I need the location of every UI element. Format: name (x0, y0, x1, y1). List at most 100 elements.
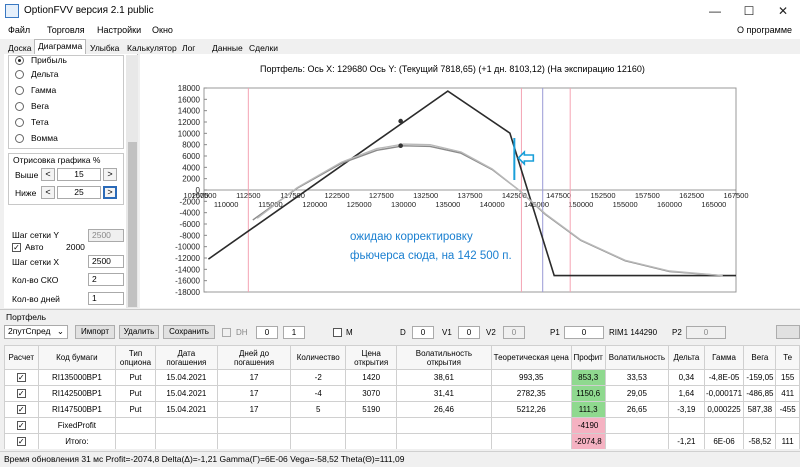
dh-stepper-b[interactable]: 1 (283, 326, 305, 339)
auto-checkbox[interactable]: ✓ (12, 243, 21, 252)
m-checkbox[interactable] (333, 328, 342, 337)
y-tick-label: -16000 (175, 277, 200, 286)
x-tick-label-upper: 132500 (413, 191, 438, 200)
below-increase-button[interactable]: > (103, 186, 117, 199)
radio-profit[interactable] (15, 56, 24, 65)
header-profit[interactable]: Профит (570, 345, 606, 370)
save-button[interactable]: Сохранить (163, 325, 215, 339)
fixed-profit-row[interactable]: ✓ FixedProfit -4190 (4, 417, 800, 434)
cell-days: 17 (216, 385, 292, 402)
maximize-icon[interactable]: ☐ (732, 0, 766, 22)
above-value-field[interactable]: 15 (57, 168, 101, 181)
grid-x-label: Шаг сетки X (12, 257, 60, 267)
radio-theta[interactable] (15, 118, 24, 127)
below-decrease-button[interactable]: < (41, 186, 55, 199)
import-button[interactable]: Импорт (75, 325, 115, 339)
minimize-icon[interactable]: — (698, 0, 732, 22)
days-field[interactable]: 1 (88, 292, 124, 305)
cell-price[interactable]: 3070 (345, 385, 398, 402)
above-decrease-button[interactable]: < (41, 168, 55, 181)
dh-checkbox[interactable] (222, 328, 231, 337)
table-row[interactable]: ✓ RI142500BP1 Put 15.04.2021 17 -4 3070 … (4, 385, 800, 402)
cell-qty[interactable]: -2 (290, 369, 347, 386)
table-row[interactable]: ✓ RI135000BP1 Put 15.04.2021 17 -2 1420 … (4, 369, 800, 386)
header-theo[interactable]: Теоретическая цена (490, 345, 572, 370)
header-qty[interactable]: Количество (290, 345, 347, 370)
close-icon[interactable]: ✕ (766, 0, 800, 22)
dh-stepper-a[interactable]: 0 (256, 326, 278, 339)
tab-board[interactable]: Доска (4, 41, 35, 54)
above-increase-button[interactable]: > (103, 168, 117, 181)
menu-window[interactable]: Окно (152, 25, 173, 35)
total-row[interactable]: ✓ Итого: -2074,8 -1,21 6E-06 -58,52 111 (4, 433, 800, 449)
extra-button[interactable] (776, 325, 800, 339)
cell-price[interactable]: 1420 (345, 369, 398, 386)
header-days[interactable]: Дней до погашения (216, 345, 292, 370)
d-label: D (400, 328, 406, 337)
menu-file[interactable]: Файл (8, 25, 30, 35)
row-3-checkbox[interactable]: ✓ (16, 405, 26, 414)
radio-vomma[interactable] (15, 134, 24, 143)
cell-gamma: -0,000171 (703, 385, 745, 402)
v1-label: V1 (442, 328, 452, 337)
cell-vol-open: 31,41 (396, 385, 492, 402)
x-tick-label-upper: 162500 (679, 191, 704, 200)
below-value-field[interactable]: 25 (57, 186, 101, 199)
menu-trading[interactable]: Торговля (47, 25, 85, 35)
header-date[interactable]: Дата погашения (154, 345, 218, 370)
header-vega[interactable]: Вега (743, 345, 777, 370)
x-tick-label-upper: 122500 (324, 191, 349, 200)
menu-about[interactable]: О программе (737, 25, 792, 35)
cell-price[interactable]: 5190 (345, 401, 398, 418)
y-tick-label: 8000 (182, 141, 200, 150)
d-field[interactable]: 0 (412, 326, 434, 339)
header-calc[interactable]: Расчет (4, 345, 39, 370)
grid-x-field[interactable]: 2500 (88, 255, 124, 268)
menu-settings[interactable]: Настройки (97, 25, 141, 35)
header-theta[interactable]: Те (775, 345, 800, 370)
cell-total-vega: -58,52 (743, 433, 777, 449)
header-delta[interactable]: Дельта (668, 345, 705, 370)
tab-trades[interactable]: Сделки (245, 41, 282, 54)
cell-theta: 155 (775, 369, 800, 386)
total-checkbox[interactable]: ✓ (16, 437, 26, 446)
cell-gamma: -4,8E-05 (703, 369, 745, 386)
sko-field[interactable]: 2 (88, 273, 124, 286)
tab-smile[interactable]: Улыбка (86, 41, 123, 54)
row-2-checkbox[interactable]: ✓ (16, 389, 26, 398)
delete-button[interactable]: Удалить (119, 325, 159, 339)
cell-qty[interactable]: -4 (290, 385, 347, 402)
cell-total-theta: 111 (775, 433, 800, 449)
tab-diagram[interactable]: Диаграмма (34, 39, 87, 54)
y-tick-label: -10000 (175, 243, 200, 252)
row-1-checkbox[interactable]: ✓ (16, 373, 26, 382)
header-vol-open[interactable]: Волатильность открытия (396, 345, 492, 370)
cell-qty[interactable]: 5 (290, 401, 347, 418)
radio-vega[interactable] (15, 102, 24, 111)
header-vol[interactable]: Волатильность (604, 345, 670, 370)
x-tick-label-lower: 145000 (524, 200, 549, 209)
portfolio-select[interactable]: 2путСпред ⌄ (4, 325, 68, 339)
grid-y-field[interactable]: 2500 (88, 229, 124, 242)
header-gamma[interactable]: Гамма (703, 345, 745, 370)
v2-field[interactable]: 0 (503, 326, 525, 339)
cell-vol-open: 26,46 (396, 401, 492, 418)
tab-calculator[interactable]: Калькулятор (123, 41, 181, 54)
p1-field[interactable]: 0 (564, 326, 604, 339)
left-scrollbar-thumb[interactable] (128, 142, 137, 307)
radio-delta[interactable] (15, 70, 24, 79)
cell-days: 17 (216, 401, 292, 418)
header-price[interactable]: Цена открытия (345, 345, 398, 370)
x-tick-label-upper: 157500 (635, 191, 660, 200)
fixed-checkbox[interactable]: ✓ (16, 421, 26, 430)
profit-chart[interactable]: 18000 16000 14000 12000 10000 8000 6000 4000 200… (140, 54, 800, 308)
table-row[interactable]: ✓ RI147500BP1 Put 15.04.2021 17 5 5190 2… (4, 401, 800, 418)
v1-field[interactable]: 0 (458, 326, 480, 339)
chevron-down-icon: ⌄ (56, 326, 64, 336)
header-type[interactable]: Тип опциона (115, 345, 156, 370)
radio-gamma[interactable] (15, 86, 24, 95)
tab-log[interactable]: Лог (178, 41, 199, 54)
header-code[interactable]: Код бумаги (37, 345, 117, 370)
p2-field[interactable]: 0 (686, 326, 726, 339)
tab-data[interactable]: Данные (208, 41, 247, 54)
